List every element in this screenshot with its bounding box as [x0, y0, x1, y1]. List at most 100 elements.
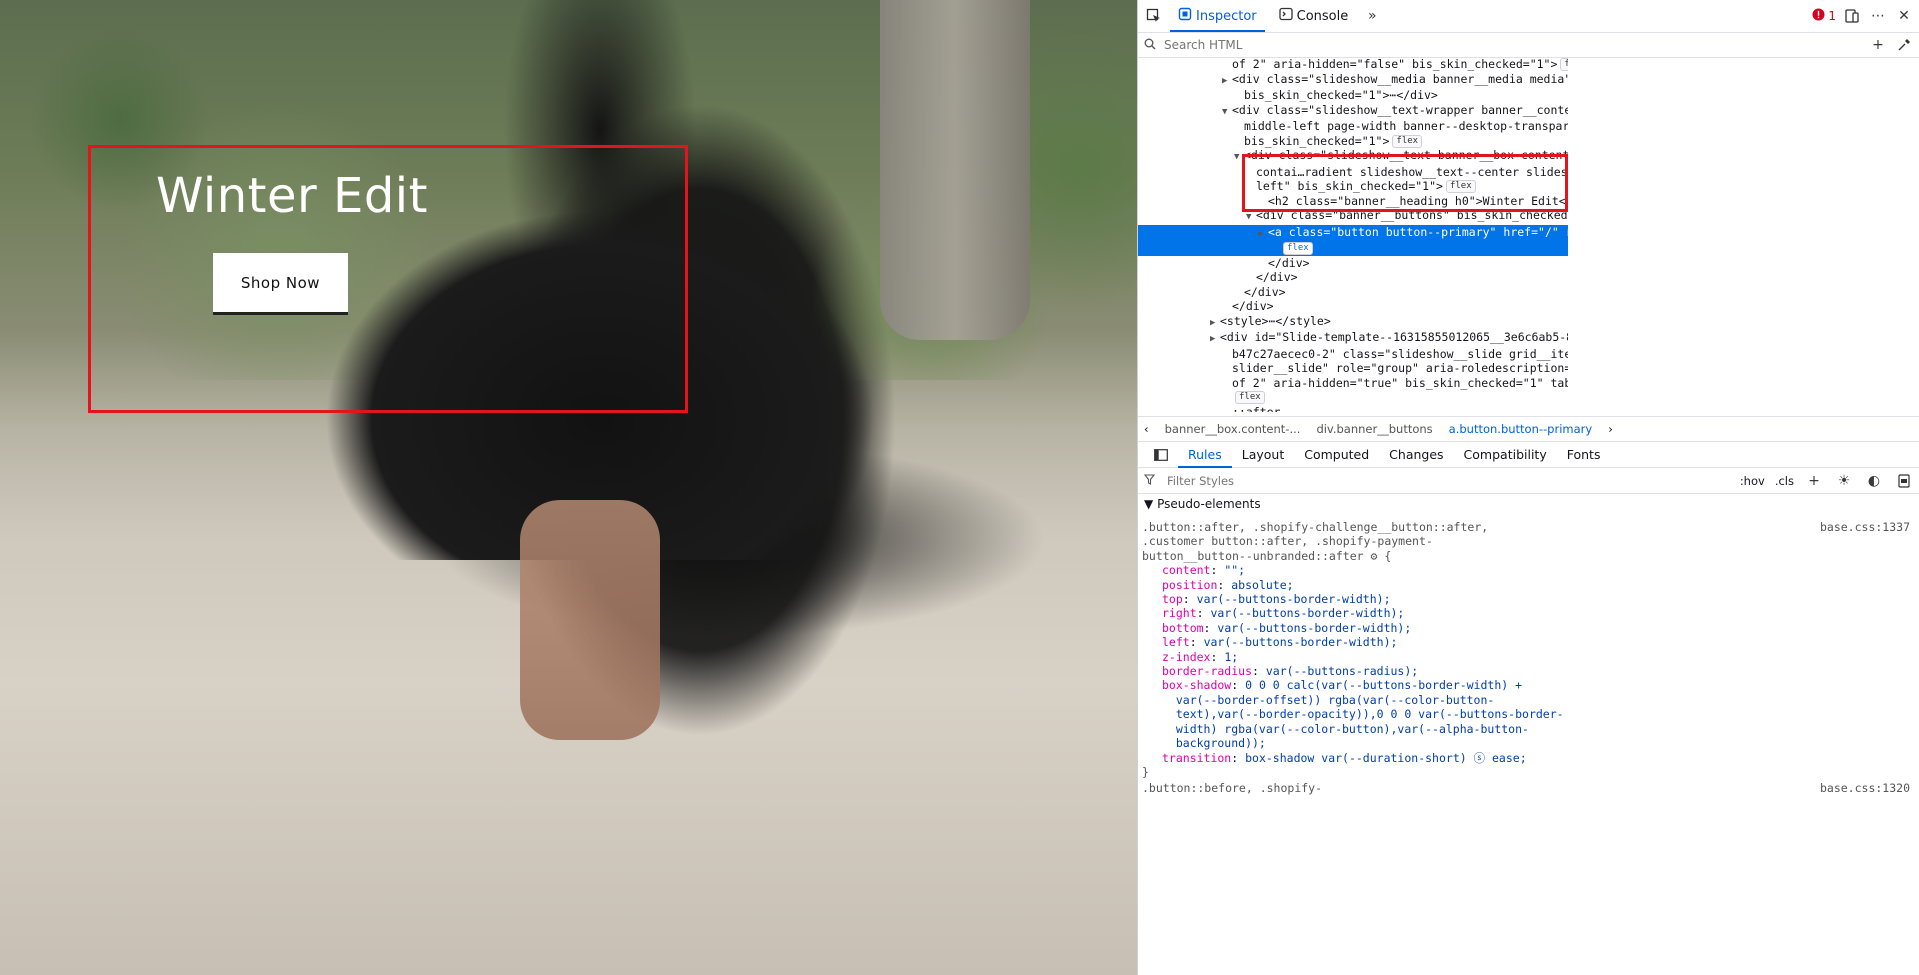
error-badge[interactable]: 1	[1812, 8, 1836, 24]
breadcrumb-back-icon[interactable]: ‹	[1144, 422, 1149, 436]
markup-line[interactable]: of 2" aria-hidden="true" bis_skin_checke…	[1138, 376, 1568, 391]
markup-line[interactable]: middle-left page-width banner--desktop-t…	[1138, 119, 1568, 134]
css-property[interactable]: box-shadow	[1162, 678, 1231, 692]
markup-line[interactable]: b47c27aecec0-2" class="slideshow__slide …	[1138, 347, 1568, 362]
markup-line[interactable]: bis_skin_checked="1"> flex	[1138, 134, 1568, 149]
markup-line[interactable]: of 2" aria-hidden="false" bis_skin_check…	[1138, 57, 1568, 72]
markup-line[interactable]: ▶ <a class="button button--primary" href=…	[1138, 224, 1568, 242]
markup-line[interactable]: <h2 class="banner__heading h0">Winter Ed…	[1138, 194, 1568, 209]
close-icon[interactable]: ✕	[1894, 6, 1914, 26]
responsive-design-icon[interactable]	[1842, 6, 1862, 26]
toggle-sidebar-icon[interactable]	[1144, 442, 1178, 468]
flex-badge[interactable]: flex	[1283, 242, 1313, 255]
css-value[interactable]: var(--buttons-border-width);	[1210, 606, 1404, 620]
filter-styles-input[interactable]	[1165, 472, 1730, 489]
dark-mode-icon[interactable]: ◐	[1864, 471, 1884, 491]
add-node-icon[interactable]: +	[1868, 35, 1888, 55]
breadcrumb-item[interactable]: banner__box.content-...	[1165, 422, 1301, 436]
markup-line[interactable]: slider__slide" role="group" aria-roledes…	[1138, 361, 1568, 376]
css-declaration[interactable]: content: "";	[1142, 563, 1912, 577]
css-property[interactable]: z-index	[1162, 650, 1210, 664]
cls-toggle[interactable]: .cls	[1775, 474, 1794, 488]
css-declaration[interactable]: bottom: var(--buttons-border-width);	[1142, 621, 1912, 635]
tab-compatibility[interactable]: Compatibility	[1454, 442, 1557, 468]
markup-line[interactable]: flex	[1138, 390, 1568, 405]
css-declaration[interactable]: position: absolute;	[1142, 578, 1912, 592]
css-value[interactable]: var(--buttons-border-width);	[1197, 592, 1391, 606]
tab-changes[interactable]: Changes	[1379, 442, 1453, 468]
css-declaration[interactable]: left: var(--buttons-border-width);	[1142, 635, 1912, 649]
markup-line[interactable]: ▶ <div id="Slide-template--16315855012065…	[1138, 330, 1568, 347]
tab-computed[interactable]: Computed	[1294, 442, 1379, 468]
rule-source-link[interactable]: base.css:1337	[1820, 520, 1910, 534]
more-tabs-icon[interactable]: »	[1362, 6, 1382, 26]
markup-tree[interactable]: of 2" aria-hidden="false" bis_skin_check…	[1138, 57, 1568, 412]
css-value[interactable]: absolute;	[1231, 578, 1293, 592]
flex-badge[interactable]: flex	[1445, 180, 1476, 193]
css-property[interactable]: transition	[1162, 751, 1231, 765]
tab-inspector[interactable]: Inspector	[1170, 0, 1265, 32]
css-value[interactable]: var(--buttons-border-width);	[1217, 621, 1411, 635]
expanded-twisty-icon[interactable]: ▼	[1234, 150, 1244, 165]
breadcrumb-item[interactable]: div.banner__buttons	[1316, 422, 1432, 436]
css-property[interactable]: content	[1162, 563, 1210, 577]
collapsed-twisty-icon[interactable]: ▶	[1222, 74, 1232, 89]
markup-line[interactable]: ::after	[1138, 405, 1568, 413]
css-declaration[interactable]: right: var(--buttons-border-width);	[1142, 606, 1912, 620]
css-property[interactable]: bottom	[1162, 621, 1204, 635]
css-declaration[interactable]: top: var(--buttons-border-width);	[1142, 592, 1912, 606]
light-mode-icon[interactable]: ☀	[1834, 471, 1854, 491]
search-html-input[interactable]	[1162, 37, 1862, 53]
tab-console[interactable]: Console	[1271, 0, 1357, 32]
expanded-twisty-icon[interactable]: ▼	[1222, 105, 1232, 120]
markup-line[interactable]: </div>	[1138, 299, 1568, 314]
css-property[interactable]: left	[1162, 635, 1190, 649]
tab-fonts[interactable]: Fonts	[1557, 442, 1611, 468]
markup-line[interactable]: </div>	[1138, 256, 1568, 271]
css-declaration[interactable]: transition: box-shadow var(--duration-sh…	[1142, 751, 1912, 765]
flex-badge[interactable]: flex	[1560, 58, 1568, 71]
markup-line[interactable]: ▼ <div class="slideshow__text-wrapper ban…	[1138, 103, 1568, 120]
markup-line[interactable]: ▼ <div class="banner__buttons" bis_skin_c…	[1138, 208, 1568, 225]
breadcrumb-item-active[interactable]: a.button.button--primary	[1449, 422, 1593, 436]
expanded-twisty-icon[interactable]: ▼	[1246, 210, 1256, 225]
markup-line[interactable]: bis_skin_checked="1">⋯</div>	[1138, 88, 1568, 103]
markup-line[interactable]: </div>	[1138, 285, 1568, 300]
rule-source-link[interactable]: base.css:1320	[1820, 781, 1910, 795]
css-declaration[interactable]: border-radius: var(--buttons-radius);	[1142, 664, 1912, 678]
css-value[interactable]: 1;	[1224, 650, 1238, 664]
print-media-icon[interactable]	[1894, 471, 1914, 491]
shop-now-button[interactable]: Shop Now	[213, 253, 348, 312]
collapsed-twisty-icon[interactable]: ▶	[1210, 316, 1220, 331]
collapsed-twisty-icon[interactable]: ▶	[1210, 332, 1220, 347]
collapsed-twisty-icon[interactable]: ▶	[1258, 227, 1268, 242]
add-rule-icon[interactable]: +	[1804, 471, 1824, 491]
flex-badge[interactable]: flex	[1392, 134, 1423, 148]
markup-line[interactable]: left" bis_skin_checked="1"> flex	[1138, 179, 1568, 194]
css-property[interactable]: top	[1162, 592, 1183, 606]
css-property[interactable]: right	[1162, 606, 1197, 620]
eyedropper-icon[interactable]	[1894, 35, 1914, 55]
breadcrumb-forward-icon[interactable]: ›	[1608, 422, 1613, 436]
markup-line[interactable]: ▶ <div class="slideshow__media banner__me…	[1138, 72, 1568, 89]
flex-badge[interactable]: flex	[1235, 391, 1265, 404]
css-value[interactable]: "";	[1224, 563, 1245, 577]
markup-line[interactable]: ▶ <style>⋯</style>	[1138, 314, 1568, 331]
more-options-icon[interactable]: ⋯	[1868, 6, 1888, 26]
tab-rules[interactable]: Rules	[1178, 442, 1232, 468]
css-declaration[interactable]: z-index: 1;	[1142, 650, 1912, 664]
markup-line[interactable]: ▼ <div class="slideshow__text banner__box…	[1138, 148, 1568, 165]
css-property[interactable]: border-radius	[1162, 664, 1252, 678]
markup-line[interactable]: </div>	[1138, 270, 1568, 285]
pseudo-elements-header[interactable]: ▼ Pseudo-elements	[1144, 497, 1261, 511]
css-value[interactable]: box-shadow var(--duration-short) ⓢ ease;	[1245, 751, 1527, 765]
hov-toggle[interactable]: :hov	[1740, 474, 1765, 488]
css-value[interactable]: var(--buttons-border-width);	[1204, 635, 1398, 649]
markup-line[interactable]: contai…radient slideshow__text--center s…	[1138, 165, 1568, 180]
markup-line[interactable]: flex	[1138, 241, 1568, 256]
css-value[interactable]: var(--buttons-radius);	[1266, 664, 1418, 678]
tab-layout[interactable]: Layout	[1232, 442, 1295, 468]
css-property[interactable]: position	[1162, 578, 1217, 592]
element-picker-icon[interactable]	[1144, 6, 1164, 26]
css-declaration[interactable]: box-shadow: 0 0 0 calc(var(--buttons-bor…	[1142, 678, 1912, 750]
